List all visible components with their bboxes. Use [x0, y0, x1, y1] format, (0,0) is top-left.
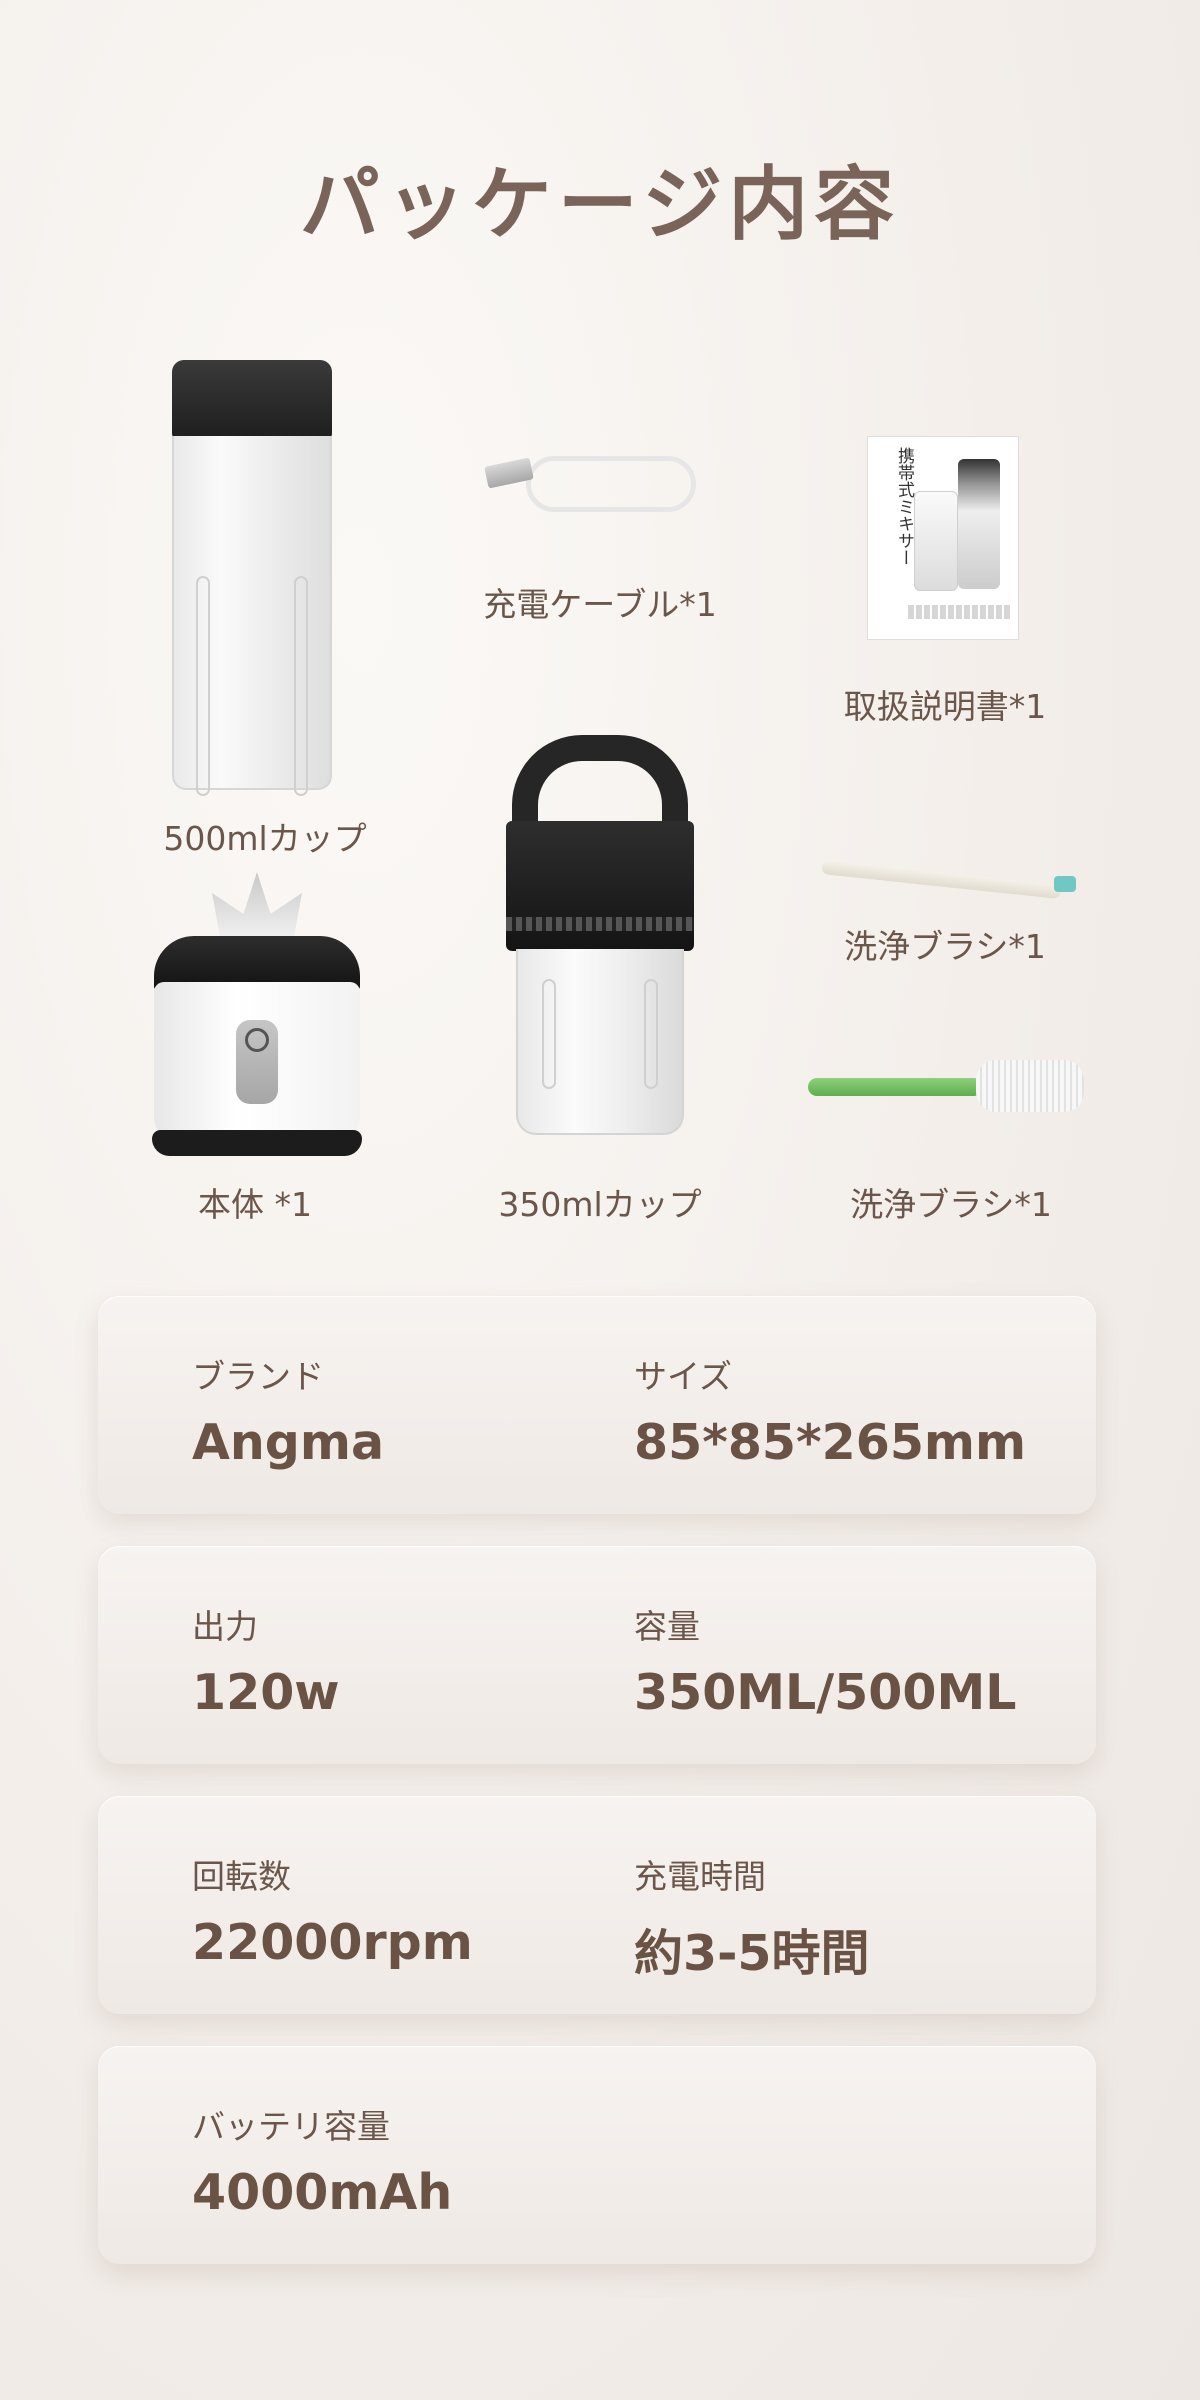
manual-image: 携帯式ミキサー	[867, 436, 1019, 640]
cup-handle	[512, 735, 688, 835]
cable-cord	[526, 456, 696, 512]
brush2-caption: 洗浄ブラシ*1	[850, 1185, 1052, 1224]
package-contents-page: パッケージ内容 500mlカップ 充電ケーブル*1 携帯式ミキサー 取扱説明書*…	[0, 0, 1200, 2400]
cup-350ml-image	[506, 735, 694, 1135]
spec-card: バッテリ容量 4000mAh	[98, 2046, 1096, 2264]
lid-band	[506, 917, 694, 931]
cleaning-brush-bottle-image	[808, 1054, 1086, 1116]
manual-product-photo	[914, 491, 958, 591]
brush-handle	[808, 1078, 978, 1096]
spec-value: Angma	[192, 1414, 385, 1471]
brush1-caption: 洗浄ブラシ*1	[844, 927, 1046, 966]
spec-card: 出力 120w 容量 350ML/500ML	[98, 1546, 1096, 1764]
brush-tip	[1054, 876, 1076, 892]
brush-stick	[821, 860, 1062, 900]
cup-rib	[294, 576, 308, 796]
base-foot	[152, 1130, 362, 1156]
spec-power: 出力 120w	[192, 1600, 340, 1721]
cup-350ml-caption: 350mlカップ	[498, 1185, 702, 1224]
cup-rib	[196, 576, 210, 796]
spec-capacity: 容量 350ML/500ML	[634, 1600, 1016, 1721]
blender-base-image	[152, 872, 362, 1162]
spec-label: 出力	[192, 1607, 258, 1646]
spec-value: 85*85*265mm	[634, 1414, 1027, 1471]
cup-body	[516, 949, 684, 1135]
spec-value: 120w	[192, 1664, 340, 1721]
spec-value: 350ML/500ML	[634, 1664, 1017, 1721]
cup-500ml-image	[168, 360, 334, 798]
page-title: パッケージ内容	[299, 158, 901, 251]
manual-product-photo	[958, 459, 1000, 589]
spec-rpm: 回転数 22000rpm	[192, 1850, 473, 1971]
manual-cover-title: 携帯式ミキサー	[894, 447, 914, 566]
spec-label: サイズ	[634, 1357, 733, 1396]
base-caption: 本体 *1	[198, 1185, 312, 1224]
spec-label: ブランド	[192, 1357, 324, 1396]
cup-lid	[506, 821, 694, 951]
spec-label: バッテリ容量	[192, 2107, 390, 2146]
spec-brand: ブランド Angma	[192, 1350, 384, 1471]
spec-value: 22000rpm	[192, 1914, 473, 1971]
spec-charge-time: 充電時間 約3-5時間	[634, 1850, 870, 1985]
spec-label: 回転数	[192, 1857, 291, 1896]
cleaning-brush-straw-image	[821, 854, 1078, 900]
spec-size: サイズ 85*85*265mm	[634, 1350, 1026, 1471]
cup-rib	[542, 979, 556, 1089]
spec-battery: バッテリ容量 4000mAh	[192, 2100, 452, 2221]
power-icon	[245, 1028, 269, 1052]
spec-label: 容量	[634, 1607, 700, 1646]
cup-rib	[644, 979, 658, 1089]
cable-caption: 充電ケーブル*1	[483, 585, 717, 624]
spec-card: ブランド Angma サイズ 85*85*265mm	[98, 1296, 1096, 1514]
cup-500ml-caption: 500mlカップ	[163, 819, 367, 858]
power-button-icon	[236, 1020, 278, 1104]
manual-caption: 取扱説明書*1	[843, 687, 1047, 726]
brush-head	[976, 1060, 1084, 1112]
blade	[212, 872, 302, 942]
cup-lid	[172, 360, 332, 438]
spec-value: 4000mAh	[192, 2164, 453, 2221]
spec-value: 約3-5時間	[634, 1925, 870, 1982]
spec-card: 回転数 22000rpm 充電時間 約3-5時間	[98, 1796, 1096, 2014]
spec-label: 充電時間	[634, 1857, 766, 1896]
manual-fine-print	[908, 605, 1012, 619]
charging-cable-image	[484, 446, 700, 526]
cup-body	[172, 436, 332, 796]
